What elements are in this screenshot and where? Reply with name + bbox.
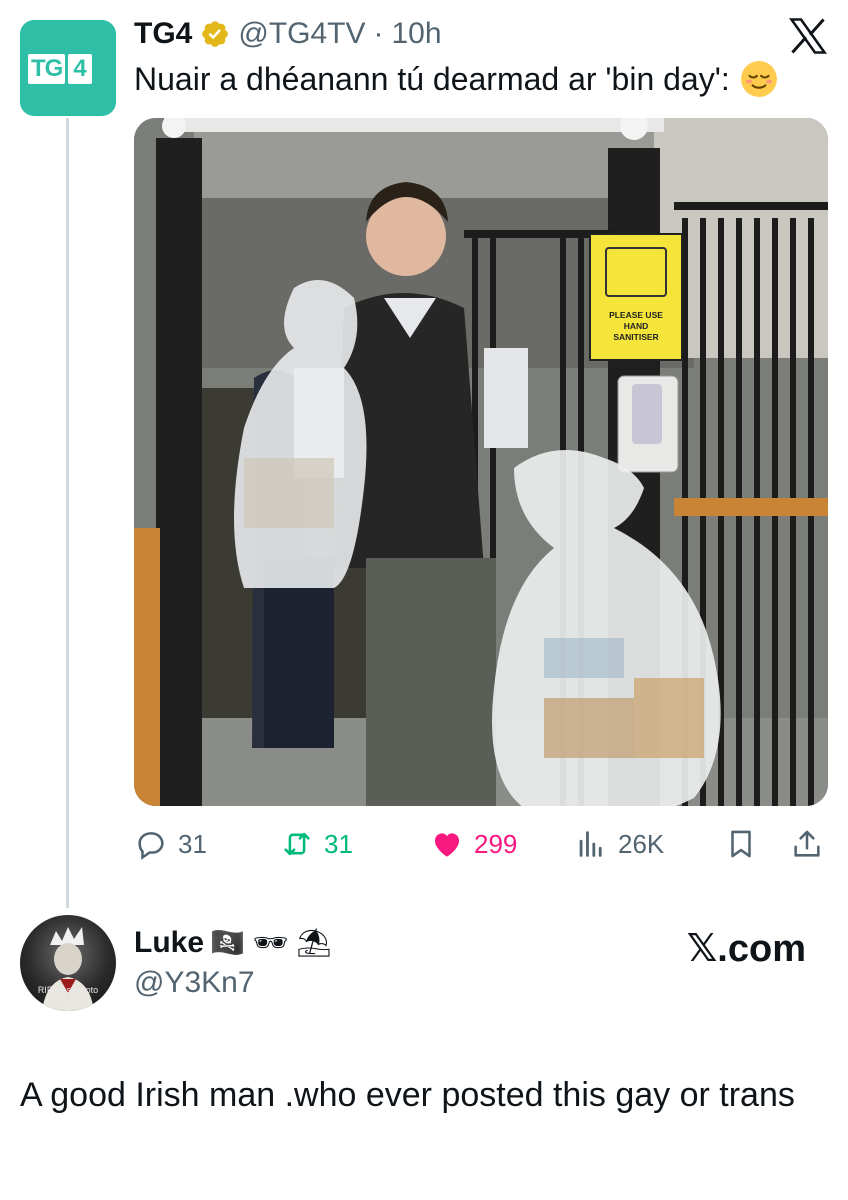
bookmark-icon xyxy=(731,830,751,858)
relieved-face-icon xyxy=(740,61,777,97)
avatar-caption-line-1: RIP Hashimoto xyxy=(37,985,99,995)
header-separator: · xyxy=(373,17,384,50)
hand-sanitiser-sign: PLEASE USE HAND SANITISER xyxy=(589,233,683,361)
sign-line-2: HAND xyxy=(624,321,649,331)
tweet-timestamp[interactable]: 10h xyxy=(392,17,442,51)
author-handle[interactable]: @TG4TV xyxy=(238,17,365,51)
reply-button[interactable]: 31 xyxy=(134,822,207,866)
gate-post-left xyxy=(156,138,202,806)
verified-badge-icon xyxy=(202,21,229,47)
like-button[interactable]: 299 xyxy=(430,822,517,866)
like-count: 299 xyxy=(474,828,518,859)
reply-author-name-row: Luke 🏴‍☠️ 🕶 ⛱ xyxy=(134,926,332,960)
share-button[interactable] xyxy=(790,822,824,866)
repost-icon xyxy=(284,832,310,856)
thread-connector-line xyxy=(66,118,69,908)
tweet-action-bar: 31 31 299 26K xyxy=(134,822,828,866)
repost-button[interactable]: 31 xyxy=(280,822,353,866)
views-count: 26K xyxy=(618,828,665,859)
tg4-logo-tg: TG xyxy=(28,54,66,84)
share-icon xyxy=(794,830,820,857)
views-button[interactable]: 26K xyxy=(574,822,664,866)
reply-author-handle[interactable]: @Y3Kn7 xyxy=(134,966,255,1000)
tweet-text: Nuair a dhéanann tú dearmad ar 'bin day'… xyxy=(134,60,778,98)
reply-author-display-name[interactable]: Luke xyxy=(134,926,204,960)
avatar-caption: RIP Hashimoto 1989-2025 xyxy=(20,985,116,1005)
reply-icon xyxy=(138,832,164,860)
tg4-avatar[interactable]: TG 4 xyxy=(20,20,116,116)
heart-icon xyxy=(434,833,460,857)
tg4-logo-4: 4 xyxy=(68,54,92,84)
repost-count: 31 xyxy=(324,828,353,859)
tweet-header: TG4 @TG4TV · 10h xyxy=(134,14,442,54)
x-com-watermark: 𝕏.com xyxy=(686,928,806,970)
reply-author-avatar[interactable]: RIP Hashimoto 1989-2025 xyxy=(20,915,116,1011)
bookmark-button[interactable] xyxy=(724,822,758,866)
reply-text: A good Irish man .who ever posted this g… xyxy=(20,1076,795,1114)
sign-line-3: SANITISER xyxy=(613,332,658,342)
tg4-logo: TG 4 xyxy=(28,54,108,84)
photo-scene: PLEASE USE HAND SANITISER xyxy=(134,118,828,806)
x-logo-icon[interactable] xyxy=(786,14,830,58)
reply-count: 31 xyxy=(178,828,207,859)
author-display-name[interactable]: TG4 xyxy=(134,17,192,51)
sign-line-1: PLEASE USE xyxy=(609,310,663,320)
reply-author-name-emojis: 🏴‍☠️ 🕶 ⛱ xyxy=(210,927,332,958)
tweet-text-body: Nuair a dhéanann tú dearmad ar 'bin day'… xyxy=(134,60,730,97)
avatar-caption-line-2: 1989-2025 xyxy=(46,995,90,1005)
views-icon xyxy=(579,831,602,857)
tweet-photo[interactable]: PLEASE USE HAND SANITISER xyxy=(134,118,828,806)
